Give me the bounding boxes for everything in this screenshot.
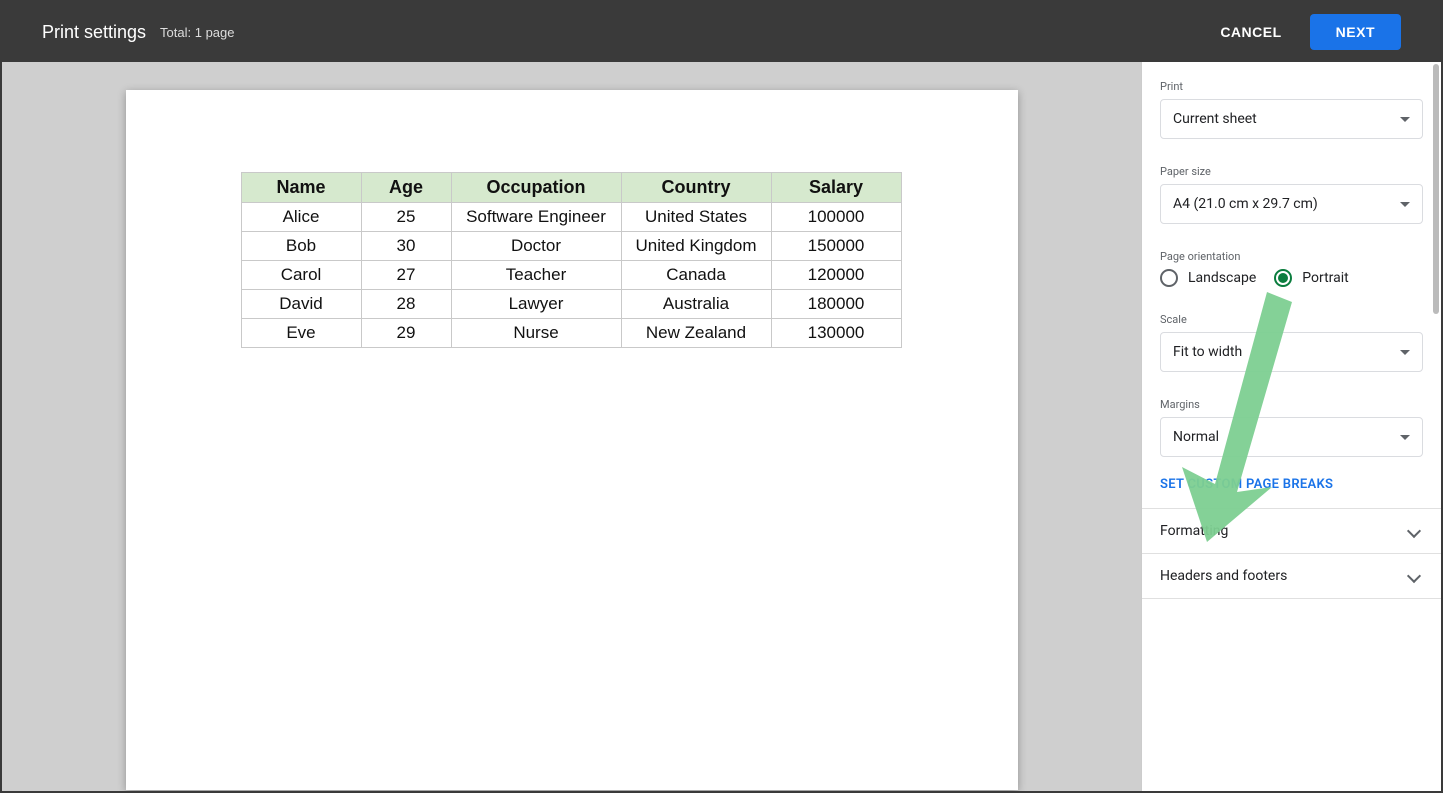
set-page-breaks-link[interactable]: SET CUSTOM PAGE BREAKS — [1142, 465, 1441, 508]
page-preview: Name Age Occupation Country Salary Alice… — [126, 90, 1018, 790]
col-name: Name — [241, 173, 361, 203]
orientation-label: Page orientation — [1160, 250, 1423, 263]
margins-select[interactable]: Normal — [1160, 417, 1423, 457]
scale-label: Scale — [1160, 313, 1423, 326]
col-occupation: Occupation — [451, 173, 621, 203]
table-cell: Software Engineer — [451, 203, 621, 232]
page-subtitle: Total: 1 page — [160, 25, 234, 40]
orientation-portrait[interactable]: Portrait — [1274, 269, 1348, 287]
chevron-down-icon — [1407, 569, 1421, 583]
settings-sidebar: Print Current sheet Paper size A4 (21.0 … — [1141, 62, 1441, 791]
table-cell: 130000 — [771, 319, 901, 348]
table-cell: Teacher — [451, 261, 621, 290]
table-cell: Alice — [241, 203, 361, 232]
chevron-down-icon — [1407, 524, 1421, 538]
next-button[interactable]: NEXT — [1310, 14, 1401, 50]
table-cell: David — [241, 290, 361, 319]
table-cell: Nurse — [451, 319, 621, 348]
cancel-button[interactable]: CANCEL — [1220, 24, 1281, 40]
table-row: Eve29NurseNew Zealand130000 — [241, 319, 901, 348]
table-row: Alice25Software EngineerUnited States100… — [241, 203, 901, 232]
headers-footers-accordion[interactable]: Headers and footers — [1142, 554, 1441, 599]
preview-area: Name Age Occupation Country Salary Alice… — [2, 62, 1141, 791]
table-cell: Lawyer — [451, 290, 621, 319]
table-cell: United States — [621, 203, 771, 232]
table-cell: 120000 — [771, 261, 901, 290]
print-select[interactable]: Current sheet — [1160, 99, 1423, 139]
table-cell: 29 — [361, 319, 451, 348]
paper-size-select[interactable]: A4 (21.0 cm x 29.7 cm) — [1160, 184, 1423, 224]
paper-size-value: A4 (21.0 cm x 29.7 cm) — [1173, 196, 1318, 212]
table-cell: 30 — [361, 232, 451, 261]
data-table: Name Age Occupation Country Salary Alice… — [241, 172, 902, 348]
chevron-down-icon — [1400, 435, 1410, 440]
margins-value: Normal — [1173, 429, 1219, 445]
sidebar-scrollbar[interactable] — [1433, 64, 1439, 314]
scale-value: Fit to width — [1173, 344, 1242, 360]
table-cell: 27 — [361, 261, 451, 290]
headers-footers-label: Headers and footers — [1160, 568, 1287, 584]
table-cell: New Zealand — [621, 319, 771, 348]
header-actions: CANCEL NEXT — [1220, 14, 1401, 50]
chevron-down-icon — [1400, 350, 1410, 355]
table-cell: 180000 — [771, 290, 901, 319]
page-title: Print settings — [42, 22, 146, 43]
margins-label: Margins — [1160, 398, 1423, 411]
table-cell: Australia — [621, 290, 771, 319]
table-row: Carol27TeacherCanada120000 — [241, 261, 901, 290]
table-cell: 150000 — [771, 232, 901, 261]
radio-checked-icon — [1274, 269, 1292, 287]
formatting-label: Formatting — [1160, 523, 1228, 539]
print-label: Print — [1160, 80, 1423, 93]
paper-size-label: Paper size — [1160, 165, 1423, 178]
table-row: David28LawyerAustralia180000 — [241, 290, 901, 319]
landscape-label: Landscape — [1188, 270, 1256, 286]
table-cell: 25 — [361, 203, 451, 232]
table-cell: Eve — [241, 319, 361, 348]
orientation-landscape[interactable]: Landscape — [1160, 269, 1256, 287]
portrait-label: Portrait — [1302, 270, 1348, 286]
col-country: Country — [621, 173, 771, 203]
print-select-value: Current sheet — [1173, 111, 1257, 127]
table-cell: 28 — [361, 290, 451, 319]
formatting-accordion[interactable]: Formatting — [1142, 509, 1441, 554]
chevron-down-icon — [1400, 117, 1410, 122]
table-cell: United Kingdom — [621, 232, 771, 261]
scale-select[interactable]: Fit to width — [1160, 332, 1423, 372]
chevron-down-icon — [1400, 202, 1410, 207]
table-cell: Bob — [241, 232, 361, 261]
radio-icon — [1160, 269, 1178, 287]
table-cell: Carol — [241, 261, 361, 290]
col-salary: Salary — [771, 173, 901, 203]
table-row: Bob30DoctorUnited Kingdom150000 — [241, 232, 901, 261]
col-age: Age — [361, 173, 451, 203]
table-cell: 100000 — [771, 203, 901, 232]
header-bar: Print settings Total: 1 page CANCEL NEXT — [2, 2, 1441, 62]
table-cell: Doctor — [451, 232, 621, 261]
table-cell: Canada — [621, 261, 771, 290]
table-header-row: Name Age Occupation Country Salary — [241, 173, 901, 203]
